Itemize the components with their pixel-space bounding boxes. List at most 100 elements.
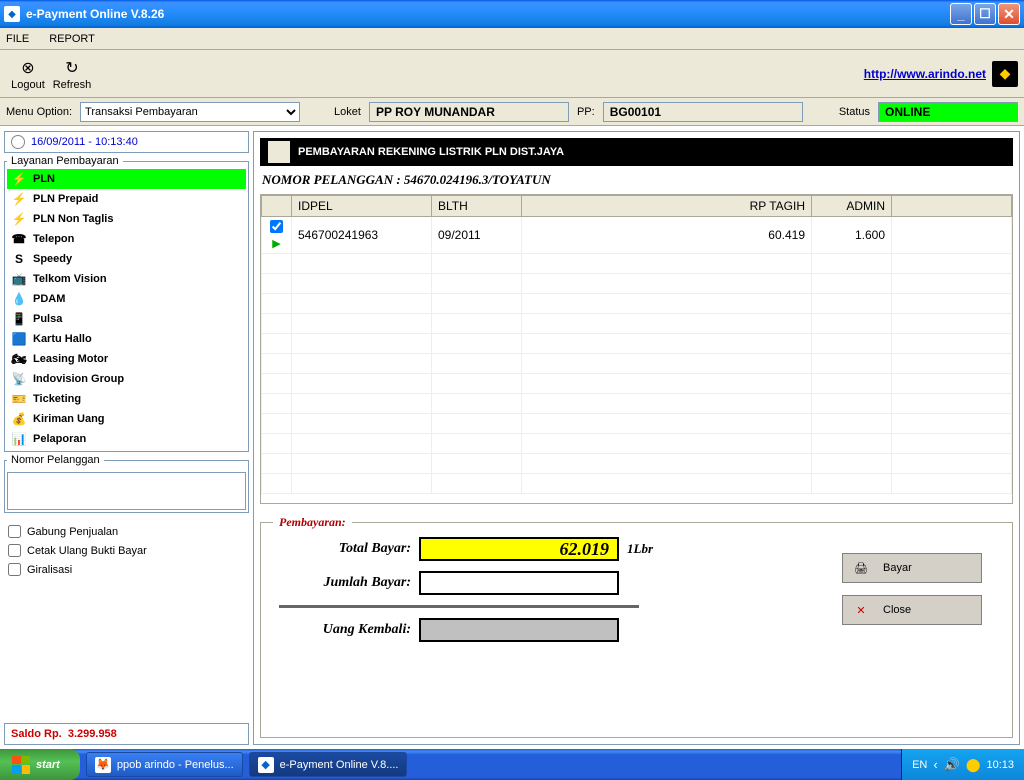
service-icon: ⚡ [11,211,27,227]
chk-cetak-box[interactable] [8,544,21,557]
payment-box: Pembayaran: Total Bayar: 62.019 1Lbr Jum… [260,522,1013,738]
taskbar: start 🦊 ppob arindo - Penelus... ◆ e-Pay… [0,749,1024,780]
loket-value: PP ROY MUNANDAR [369,102,569,122]
table-row[interactable]: ▶54670024196309/201160.4191.600 [262,217,1012,254]
chk-gabung-box[interactable] [8,525,21,538]
maximize-button[interactable]: ☐ [974,3,996,25]
logout-button[interactable]: ⊗ Logout [6,57,50,91]
service-item-kiriman-uang[interactable]: 💰 Kiriman Uang [7,409,246,429]
service-label: PLN Prepaid [33,193,98,205]
service-label: PLN [33,173,55,185]
service-icon: 📱 [11,311,27,327]
service-icon: ⚡ [11,171,27,187]
service-item-kartu-hallo[interactable]: 🟦 Kartu Hallo [7,329,246,349]
close-icon: ✕ [853,602,869,618]
page-title-bar: PEMBAYARAN REKENING LISTRIK PLN DIST.JAY… [260,138,1013,166]
service-item-telkom-vision[interactable]: 📺Telkom Vision [7,269,246,289]
menu-report[interactable]: REPORT [49,33,95,45]
service-item-pln-non-taglis[interactable]: ⚡ PLN Non Taglis [7,209,246,229]
window-close-button[interactable]: ✕ [998,3,1020,25]
datetime-display: 16/09/2011 - 10:13:40 [4,131,249,153]
clock-icon [11,135,25,149]
menu-file[interactable]: FILE [6,33,29,45]
chk-giralisasi[interactable]: Giralisasi [8,563,245,576]
close-button[interactable]: ✕ Close [842,595,982,625]
tray-clock[interactable]: 10:13 [986,759,1014,771]
chk-cetak[interactable]: Cetak Ulang Bukti Bayar [8,544,245,557]
service-label: Pelaporan [33,433,86,445]
col-blank [892,196,1012,217]
service-label: PDAM [33,293,65,305]
app-icon: ◆ [4,6,20,22]
toolbar: ⊗ Logout ↻ Refresh http://www.arindo.net… [0,50,1024,98]
logout-label: Logout [11,79,45,91]
service-item-telepon[interactable]: ☎Telepon [7,229,246,249]
taskbar-item-browser[interactable]: 🦊 ppob arindo - Penelus... [86,752,243,777]
service-item-leasing-motor[interactable]: 🏍 Leasing Motor [7,349,246,369]
tray-lang[interactable]: EN [912,759,927,771]
service-label: Pulsa [33,313,62,325]
divider [279,605,639,608]
tray-shield-icon[interactable]: ⬤ [966,757,981,773]
customer-number-input[interactable] [7,472,246,510]
service-label: Kiriman Uang [33,413,105,425]
bayar-button[interactable]: 🖨 Bayar [842,553,982,583]
service-label: Kartu Hallo [33,333,92,345]
menu-option-select[interactable]: Transaksi Pembayaran [80,102,300,122]
minimize-button[interactable]: _ [950,3,972,25]
refresh-button[interactable]: ↻ Refresh [50,57,94,91]
tray-volume-icon[interactable]: 🔊 [944,757,960,773]
total-label: Total Bayar: [279,541,419,557]
service-item-pln[interactable]: ⚡ PLN [7,169,246,189]
service-icon: 💧 [11,291,27,307]
chk-gabung[interactable]: Gabung Penjualan [8,525,245,538]
start-button[interactable]: start [0,749,80,780]
service-icon: 🟦 [11,331,27,347]
window-title: e-Payment Online V.8.26 [26,7,950,21]
bill-icon [268,141,290,163]
col-blth: BLTH [432,196,522,217]
col-check [262,196,292,217]
service-label: Ticketing [33,393,81,405]
page-title: PEMBAYARAN REKENING LISTRIK PLN DIST.JAY… [298,146,564,158]
tray-chevron-icon[interactable]: ‹ [933,757,937,772]
col-idpel: IDPEL [292,196,432,217]
service-item-pln-prepaid[interactable]: ⚡PLN Prepaid [7,189,246,209]
system-tray[interactable]: EN ‹ 🔊 ⬤ 10:13 [901,749,1024,780]
row-checkbox[interactable] [270,220,283,233]
service-icon: 📡 [11,371,27,387]
service-item-ticketing[interactable]: 🎫Ticketing [7,389,246,409]
status-value: ONLINE [878,102,1018,122]
jumlah-input[interactable] [419,571,619,595]
service-icon: 📊 [11,431,27,447]
service-icon: 💰 [11,411,27,427]
vendor-logo-icon: ◆ [992,61,1018,87]
service-label: Telepon [33,233,74,245]
service-item-pelaporan[interactable]: 📊 Pelaporan [7,429,246,449]
service-item-pulsa[interactable]: 📱 Pulsa [7,309,246,329]
payment-legend: Pembayaran: [273,515,352,530]
firefox-icon: 🦊 [95,757,111,773]
total-suffix: 1Lbr [627,541,653,557]
service-icon: S [11,251,27,267]
pp-label: PP: [577,106,595,118]
services-legend: Layanan Pembayaran [7,155,123,167]
service-icon: 🏍 [11,351,27,367]
service-item-pdam[interactable]: 💧 PDAM [7,289,246,309]
service-label: Telkom Vision [33,273,107,285]
print-icon: 🖨 [853,560,869,576]
service-item-indovision-group[interactable]: 📡Indovision Group [7,369,246,389]
service-label: Leasing Motor [33,353,108,365]
customer-info: NOMOR PELANGGAN : 54670.024196.3/TOYATUN [260,166,1013,194]
vendor-link[interactable]: http://www.arindo.net [864,67,986,81]
saldo-display: Saldo Rp. 3.299.958 [4,723,249,745]
service-label: PLN Non Taglis [33,213,113,225]
kembali-label: Uang Kembali: [279,622,419,638]
bill-grid[interactable]: IDPEL BLTH RP TAGIH ADMIN ▶5467002419630… [260,194,1013,504]
jumlah-label: Jumlah Bayar: [279,575,419,591]
taskbar-item-app[interactable]: ◆ e-Payment Online V.8.... [249,752,408,777]
service-label: Speedy [33,253,72,265]
service-item-speedy[interactable]: S Speedy [7,249,246,269]
chk-giralisasi-box[interactable] [8,563,21,576]
datetime-text: 16/09/2011 - 10:13:40 [31,136,138,148]
